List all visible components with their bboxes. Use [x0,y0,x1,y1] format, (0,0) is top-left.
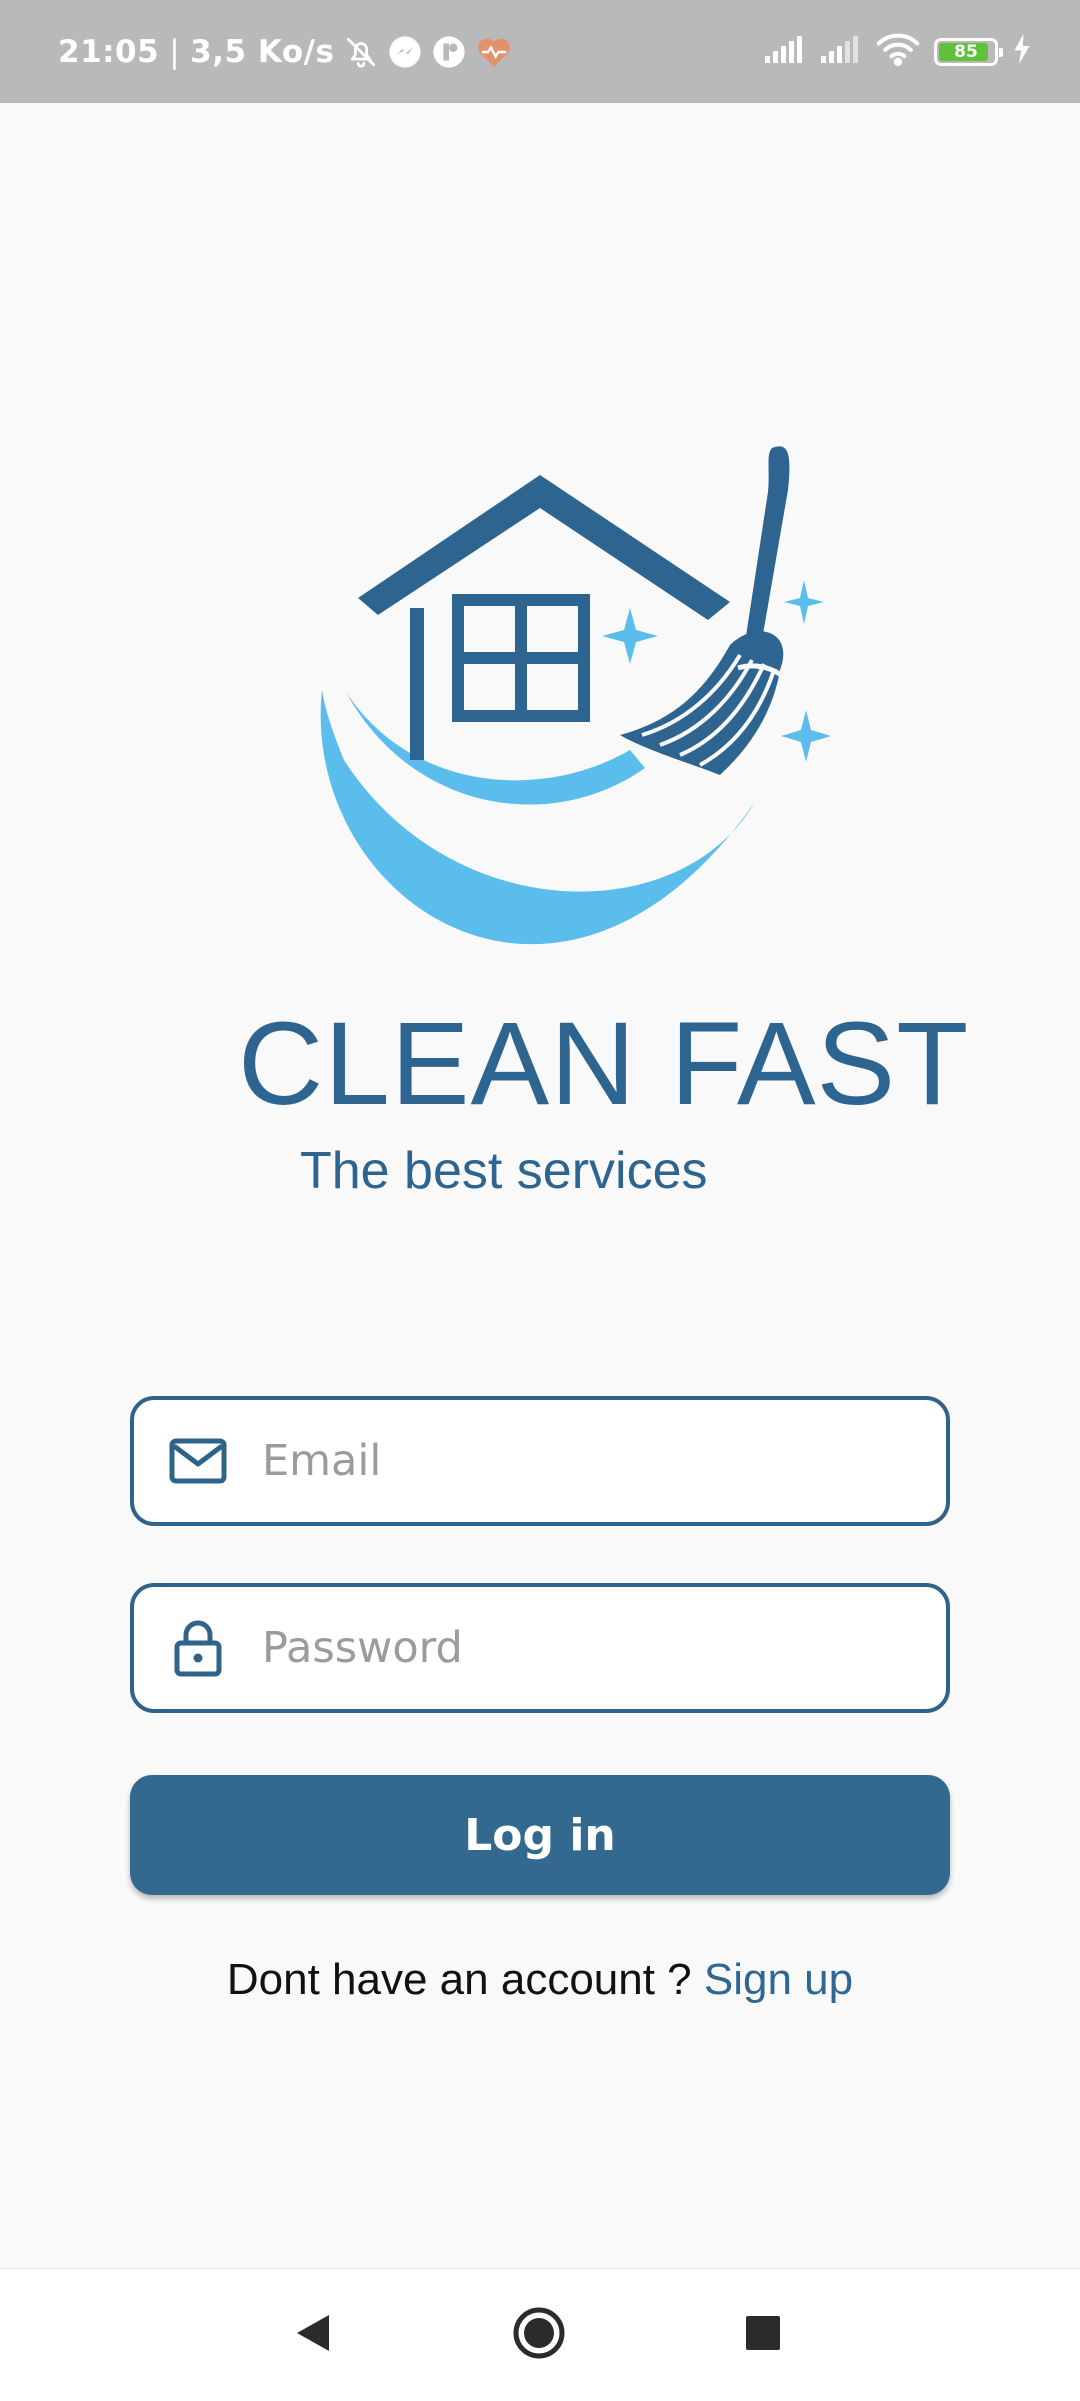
brand-title: CLEAN FAST [238,998,970,1130]
status-time: 21:05 [58,33,160,70]
clean-fast-logo [320,446,831,945]
lock-icon [168,1619,228,1677]
signup-link[interactable]: Sign up [704,1955,853,2004]
back-button[interactable] [263,2269,363,2401]
status-bar: 21:05 | 3,5 Ko/s 85 [0,0,1080,103]
status-separator: | [169,33,181,70]
signup-row: Dont have an account ? Sign up [0,1955,1080,2005]
signup-prompt: Dont have an account ? [226,1955,704,2004]
login-button[interactable]: Log in [130,1775,950,1895]
heart-pulse-icon [476,35,512,69]
messenger-icon [388,35,422,69]
home-button[interactable] [489,2269,589,2401]
login-button-label: Log in [464,1809,616,1861]
battery-level: 85 [954,41,978,62]
status-network-speed: 3,5 Ko/s [190,33,335,70]
mail-icon [168,1438,228,1484]
status-left: 21:05 | 3,5 Ko/s [58,0,512,103]
signal-icon [820,34,862,69]
navigation-bar [0,2268,1080,2401]
battery-icon: 85 [934,37,1003,66]
status-right: 85 [764,0,1032,103]
home-icon [512,2306,566,2365]
charging-icon [1012,34,1032,69]
signal-icon [764,34,806,69]
bell-off-icon [344,35,378,69]
email-input[interactable] [262,1421,912,1501]
email-field[interactable] [130,1396,950,1526]
recents-icon [745,2315,781,2356]
recents-button[interactable] [713,2269,813,2401]
password-field[interactable] [130,1583,950,1713]
brand-subtitle: The best services [300,1142,708,1200]
password-input[interactable] [262,1608,912,1688]
app-notification-icon [432,35,466,69]
wifi-icon [876,32,920,71]
back-icon [295,2313,331,2358]
